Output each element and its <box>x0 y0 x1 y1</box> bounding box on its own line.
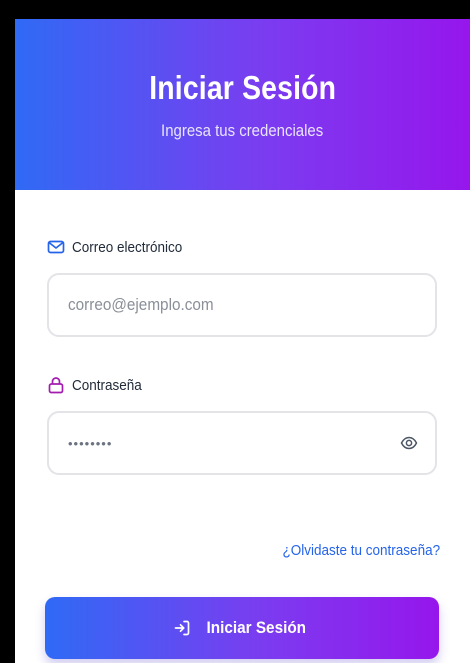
login-button-label: Iniciar Sesión <box>206 618 306 637</box>
email-placeholder: correo@ejemplo.com <box>68 295 214 314</box>
login-arrow-icon <box>173 619 191 637</box>
password-field[interactable]: •••••••• <box>47 411 437 475</box>
email-label-text: Correo electrónico <box>72 238 183 256</box>
email-label: Correo electrónico <box>47 238 195 256</box>
login-card: Iniciar Sesión Ingresa tus credenciales … <box>15 19 470 663</box>
page-title: Iniciar Sesión <box>149 69 336 106</box>
login-header: Iniciar Sesión Ingresa tus credenciales <box>15 19 470 190</box>
password-masked-value: •••••••• <box>68 435 113 451</box>
show-password-toggle[interactable] <box>399 433 419 453</box>
email-field[interactable]: correo@ejemplo.com <box>47 273 437 337</box>
password-label-text: Contraseña <box>72 376 142 394</box>
eye-icon <box>400 434 418 452</box>
page-subtitle: Ingresa tus credenciales <box>161 121 324 140</box>
mail-icon <box>47 238 65 256</box>
forgot-password-link[interactable]: ¿Olvidaste tu contraseña? <box>282 542 440 559</box>
lock-icon <box>47 376 65 394</box>
login-button[interactable]: Iniciar Sesión <box>45 597 439 659</box>
password-label: Contraseña <box>47 376 150 394</box>
